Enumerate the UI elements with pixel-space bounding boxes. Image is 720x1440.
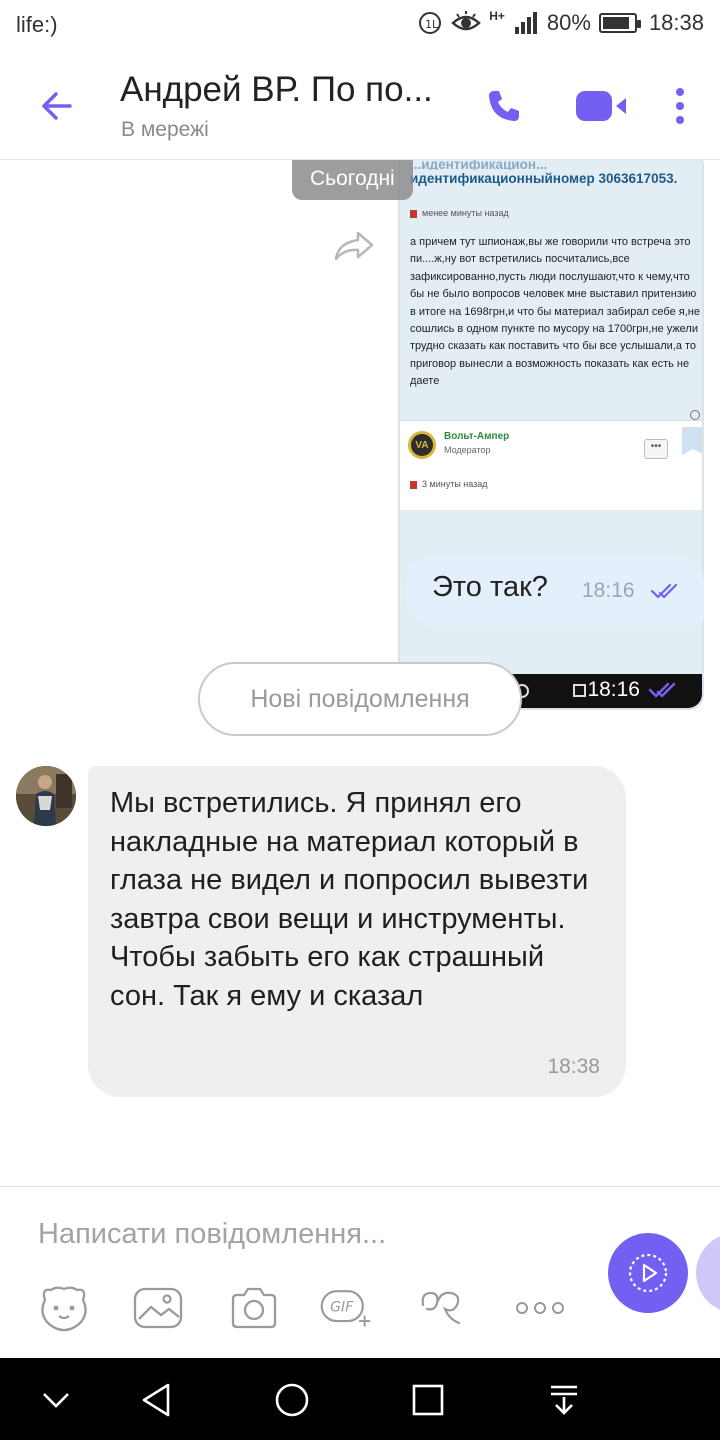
outgoing-message-time: 18:16 (582, 579, 635, 602)
doc-icon-2 (410, 480, 417, 489)
image-body-text: а причем тут шпионаж,вы же говорили что … (410, 236, 700, 388)
ribbon-icon (682, 427, 702, 455)
date-chip: Сьогодні (292, 160, 413, 200)
nav-home-button[interactable] (268, 1376, 316, 1424)
image-time-ago-1: менее минуты назад (410, 208, 509, 218)
gif-label: GIF (330, 1300, 354, 1316)
post-menu-icon: ••• (644, 439, 668, 459)
image-time-ago-1-text: менее минуты назад (422, 208, 509, 218)
gif-button[interactable]: GIF (318, 1283, 374, 1333)
forward-icon (334, 231, 374, 261)
nav-recents-button[interactable] (404, 1376, 452, 1424)
phone-icon (489, 91, 519, 121)
gif-icon: GIF (320, 1290, 371, 1327)
clock: 18:38 (648, 10, 704, 35)
incoming-message-text: Мы встретились. Я принял его накладные н… (110, 787, 589, 1012)
camera-button[interactable] (226, 1283, 282, 1333)
home-circle-icon (275, 1383, 309, 1417)
system-navbar (0, 1358, 720, 1440)
collapse-icon (43, 1393, 69, 1408)
nav-back-button[interactable] (132, 1376, 180, 1424)
video-call-button[interactable] (572, 80, 632, 132)
image-message-time: 18:16 (587, 678, 640, 701)
battery-percent: 80% (546, 10, 591, 35)
incoming-message[interactable]: Мы встретились. Я принял его накладные н… (88, 766, 626, 1097)
sticker-icon (41, 1286, 87, 1332)
viber-chat-screen: life:) 1L H+ 80% 18:38 Андрей ВР. По по.… (0, 0, 720, 1440)
more-vert-icon (676, 88, 684, 124)
network-type: H+ (489, 9, 505, 23)
more-options-button[interactable] (512, 1283, 568, 1333)
collapse-button[interactable] (32, 1376, 80, 1424)
recents-square-icon (412, 1384, 444, 1416)
moderator-role: Модератор (444, 445, 491, 455)
back-arrow-icon (42, 92, 72, 120)
image-caption-title: ...идентификацион... идентификационныйно… (410, 160, 700, 188)
sticker-button[interactable] (36, 1283, 92, 1333)
battery-icon (598, 13, 641, 33)
video-call-icon (576, 91, 626, 121)
video-message-button[interactable] (608, 1233, 688, 1313)
message-composer: GIF (0, 1186, 720, 1358)
outgoing-message[interactable]: Это так? 18:16 (406, 556, 704, 626)
outgoing-message-text: Это так? (432, 571, 548, 603)
read-ticks-icon (650, 583, 678, 599)
contact-status: В мережі (121, 118, 209, 141)
camera-icon (231, 1287, 277, 1329)
chat-header: Андрей ВР. По по... В мережі (0, 50, 720, 160)
back-button[interactable] (30, 80, 82, 132)
message-list[interactable]: ...идентификацион... идентификационныйно… (0, 160, 720, 1186)
image-time-ago-2-text: 3 минуты назад (422, 479, 488, 489)
status-bar: life:) 1L H+ 80% 18:38 (0, 0, 720, 50)
moderator-card: VA Вольт-Ампер Модератор ••• 3 минуты на… (400, 420, 702, 510)
image-caption-id: идентификационныйномер 3063617053. (410, 171, 678, 186)
incoming-message-time: 18:38 (547, 1055, 600, 1078)
moderator-name: Вольт-Ампер (444, 431, 510, 442)
more-options-icon (516, 1302, 564, 1314)
gallery-button[interactable] (130, 1283, 186, 1333)
more-menu-button[interactable] (654, 80, 706, 132)
signal-icon (514, 12, 537, 34)
vowifi-icon: 1L (419, 12, 442, 34)
secondary-action-button[interactable] (696, 1233, 720, 1313)
contact-name[interactable]: Андрей ВР. По по... (120, 70, 433, 110)
read-ticks-icon (648, 682, 676, 698)
gallery-icon (133, 1287, 183, 1329)
image-caption-faded: ...идентификацион... (410, 160, 548, 170)
sender-photo (16, 766, 76, 826)
moderator-avatar: VA (408, 431, 436, 459)
forward-button[interactable] (330, 226, 378, 266)
avatar[interactable] (16, 766, 76, 826)
image-message-meta: 18:16 (587, 678, 682, 702)
status-icons: 1L H+ 80% 18:38 (417, 9, 704, 36)
notification-pull-icon (551, 1385, 577, 1415)
doodle-icon (421, 1291, 461, 1325)
new-messages-divider: Нові повідомлення (198, 662, 522, 736)
voice-call-button[interactable] (478, 80, 530, 132)
video-message-icon (628, 1253, 668, 1293)
svg-text:1L: 1L (425, 18, 439, 31)
image-time-ago-2: 3 минуты назад (410, 479, 488, 489)
scroll-up-icon (690, 410, 700, 420)
carrier-name: life:) (16, 12, 58, 37)
message-input[interactable] (38, 1213, 558, 1255)
doodle-button[interactable] (416, 1283, 472, 1333)
back-triangle-icon (142, 1383, 170, 1417)
eye-comfort-icon (451, 11, 482, 31)
image-message[interactable]: ...идентификацион... идентификационныйно… (398, 160, 704, 710)
doc-icon (410, 209, 417, 218)
nav-notification-button[interactable] (540, 1376, 588, 1424)
